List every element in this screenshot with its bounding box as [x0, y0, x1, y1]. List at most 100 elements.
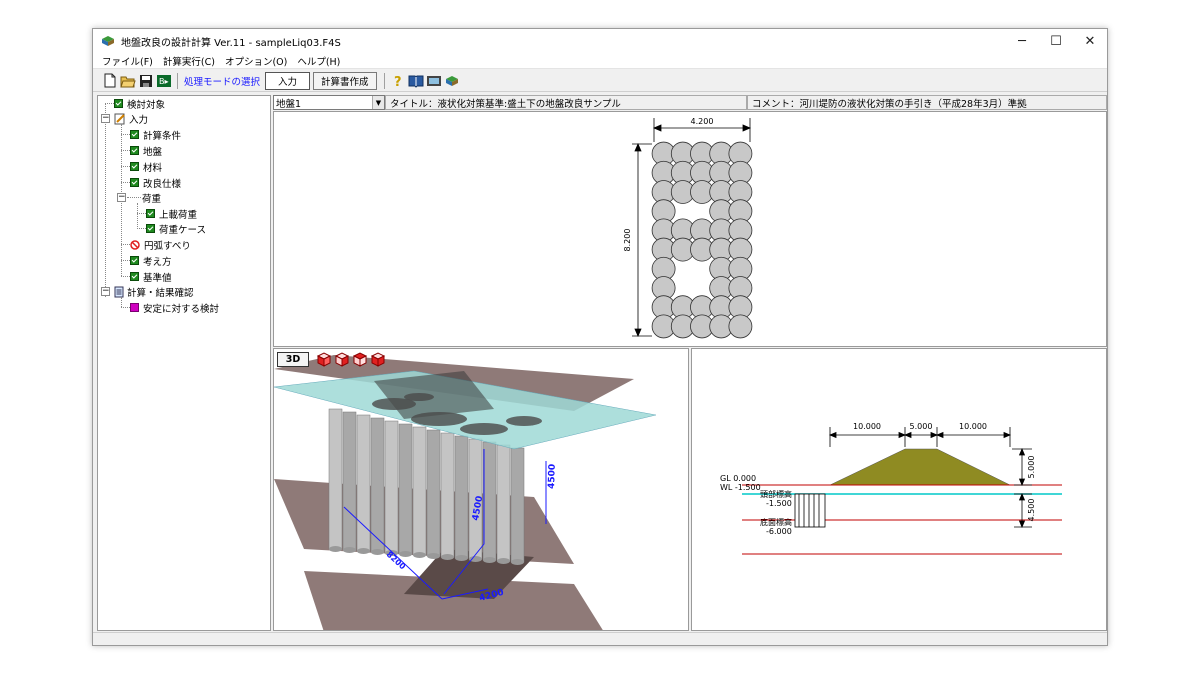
- tree-item-target[interactable]: 検討対象: [114, 96, 165, 111]
- toolbar-separator: [383, 72, 385, 89]
- tree-item-standard-values[interactable]: 基準値: [130, 269, 172, 284]
- maximize-button[interactable]: ☐: [1039, 29, 1073, 53]
- close-button[interactable]: ✕: [1073, 29, 1107, 53]
- layers-icon[interactable]: [444, 73, 460, 89]
- cylinder-column: [482, 441, 497, 561]
- top-elevation-value: -1.500: [766, 499, 792, 508]
- menu-bar: ファイル(F) 計算実行(C) オプション(O) ヘルプ(H): [93, 53, 1107, 69]
- cylinder-base: [497, 558, 510, 564]
- dim-embank-height-label: 5.000: [1027, 456, 1036, 479]
- cylinder-base: [399, 551, 412, 557]
- status-bar: [93, 632, 1107, 645]
- tree-item-load[interactable]: 荷重: [142, 190, 161, 205]
- toggle-3d-button[interactable]: 3D: [277, 352, 309, 367]
- report-button[interactable]: 計算書作成: [313, 71, 377, 90]
- view-3d-panel: 4500 4500 4200 8200 3D: [273, 348, 689, 631]
- cylinder-base: [427, 553, 440, 559]
- check-icon: [130, 256, 139, 265]
- view-side-icon[interactable]: [334, 352, 350, 367]
- cylinder-column: [342, 411, 357, 551]
- input-mode-button[interactable]: 入力: [265, 71, 311, 90]
- tree-item-load-case[interactable]: 荷重ケース: [146, 221, 206, 236]
- tree-item-circular-slip[interactable]: 円弧すべり: [130, 237, 191, 252]
- tree-item-calc-results[interactable]: 計算・結果確認: [114, 284, 194, 299]
- menu-option[interactable]: オプション(O): [220, 54, 292, 68]
- pending-icon: [130, 303, 139, 312]
- check-icon: [130, 162, 139, 171]
- plan-view-panel: 4.200 8.200: [273, 111, 1107, 347]
- menu-help[interactable]: ヘルプ(H): [292, 54, 345, 68]
- cylinder-base: [371, 549, 384, 555]
- help-icon[interactable]: ?: [390, 73, 406, 89]
- dim-height-3d: 4500: [547, 464, 558, 489]
- tree-item-material[interactable]: 材料: [130, 159, 162, 174]
- app-window: 地盤改良の設計計算 Ver.11 - sampleLiq03.F4S ─ ☐ ✕…: [92, 28, 1108, 646]
- prohibited-icon: [130, 239, 140, 250]
- new-file-icon[interactable]: [102, 73, 118, 89]
- tree-item-surcharge[interactable]: 上載荷重: [146, 206, 197, 221]
- mode-select-label: 処理モードの選択: [184, 76, 261, 88]
- dim-top-label: 5.000: [910, 422, 933, 431]
- app-icon: [102, 36, 114, 46]
- cylinder-base: [329, 546, 342, 552]
- title-bar: 地盤改良の設計計算 Ver.11 - sampleLiq03.F4S ─ ☐ ✕: [93, 29, 1107, 53]
- cylinder-column: [440, 432, 455, 558]
- top-elevation-label: 頭部標高: [760, 489, 792, 499]
- view-3d-drawing: 4500 4500 4200 8200: [274, 355, 657, 630]
- dim-depth-label: 4.500: [1027, 499, 1036, 522]
- cylinder-base: [511, 559, 524, 565]
- cylinder-column: [510, 447, 525, 563]
- column-grid: [651, 141, 753, 339]
- minimize-button[interactable]: ─: [1005, 29, 1039, 53]
- cylinder-base: [455, 555, 468, 561]
- cylinder-column: [384, 420, 399, 554]
- tree-item-input[interactable]: 入力: [114, 111, 148, 126]
- section-view-panel: 10.000 5.000 10.000 5.000 4.500 GL 0.000…: [691, 348, 1107, 631]
- toolbar-separator: [177, 72, 178, 89]
- menu-calc[interactable]: 計算実行(C): [158, 54, 220, 68]
- view-top-icon[interactable]: [352, 352, 368, 367]
- check-icon: [130, 272, 139, 281]
- save-icon[interactable]: [138, 73, 154, 89]
- tree-item-stability-check[interactable]: 安定に対する検討: [130, 300, 219, 315]
- bottom-elevation-label: 底面標高: [760, 517, 792, 527]
- cylinder-column: [370, 417, 385, 553]
- ground-select[interactable]: 地盤1 ▼: [273, 95, 385, 110]
- check-icon: [146, 224, 155, 233]
- section-view-drawing: 10.000 5.000 10.000 5.000 4.500 GL 0.000…: [720, 422, 1062, 555]
- menu-file[interactable]: ファイル(F): [97, 54, 158, 68]
- improvement-columns-section: [794, 493, 826, 528]
- header-bar: 地盤1 ▼ タイトル：液状化対策基準:盛土下の地盤改良サンプル コメント：河川堤…: [273, 95, 1107, 110]
- open-folder-icon[interactable]: [120, 73, 136, 89]
- navigation-tree: 検討対象 − 入力 計算条件 地盤 材料 改良仕様 − 荷重 上載荷重 荷重ケー…: [97, 95, 271, 631]
- plan-height-label: 8.200: [623, 229, 632, 252]
- chevron-down-icon[interactable]: ▼: [372, 96, 384, 109]
- document-icon: [114, 286, 124, 297]
- cylinder-column: [496, 444, 511, 562]
- display-icon[interactable]: [426, 73, 442, 89]
- dim-left-label: 10.000: [853, 422, 881, 431]
- export-icon[interactable]: B▸: [156, 73, 172, 89]
- improvement-column: [728, 314, 753, 339]
- plan-view-drawing: 4.200 8.200: [623, 117, 753, 339]
- collapse-toggle-icon[interactable]: −: [101, 287, 110, 296]
- cylinder-column: [398, 423, 413, 555]
- check-icon: [130, 146, 139, 155]
- tree-item-calc-conditions[interactable]: 計算条件: [130, 127, 181, 142]
- view-iso-icon[interactable]: [370, 352, 386, 367]
- view-front-icon[interactable]: [316, 352, 332, 367]
- manual-book-icon[interactable]: [408, 73, 424, 89]
- tree-item-ground[interactable]: 地盤: [130, 143, 162, 158]
- gl-label: GL 0.000: [720, 474, 756, 483]
- cylinder-base: [413, 552, 426, 558]
- check-icon: [130, 130, 139, 139]
- collapse-toggle-icon[interactable]: −: [117, 193, 126, 202]
- collapse-toggle-icon[interactable]: −: [101, 114, 110, 123]
- cylinder-base: [483, 557, 496, 563]
- toolbar: B▸ 処理モードの選択 入力 計算書作成 ?: [93, 70, 1107, 92]
- cylinder-base: [343, 547, 356, 553]
- check-icon: [146, 209, 155, 218]
- tree-item-improvement-spec[interactable]: 改良仕様: [130, 175, 181, 190]
- view-cube-toolbar: [316, 352, 386, 367]
- tree-item-approach[interactable]: 考え方: [130, 253, 172, 268]
